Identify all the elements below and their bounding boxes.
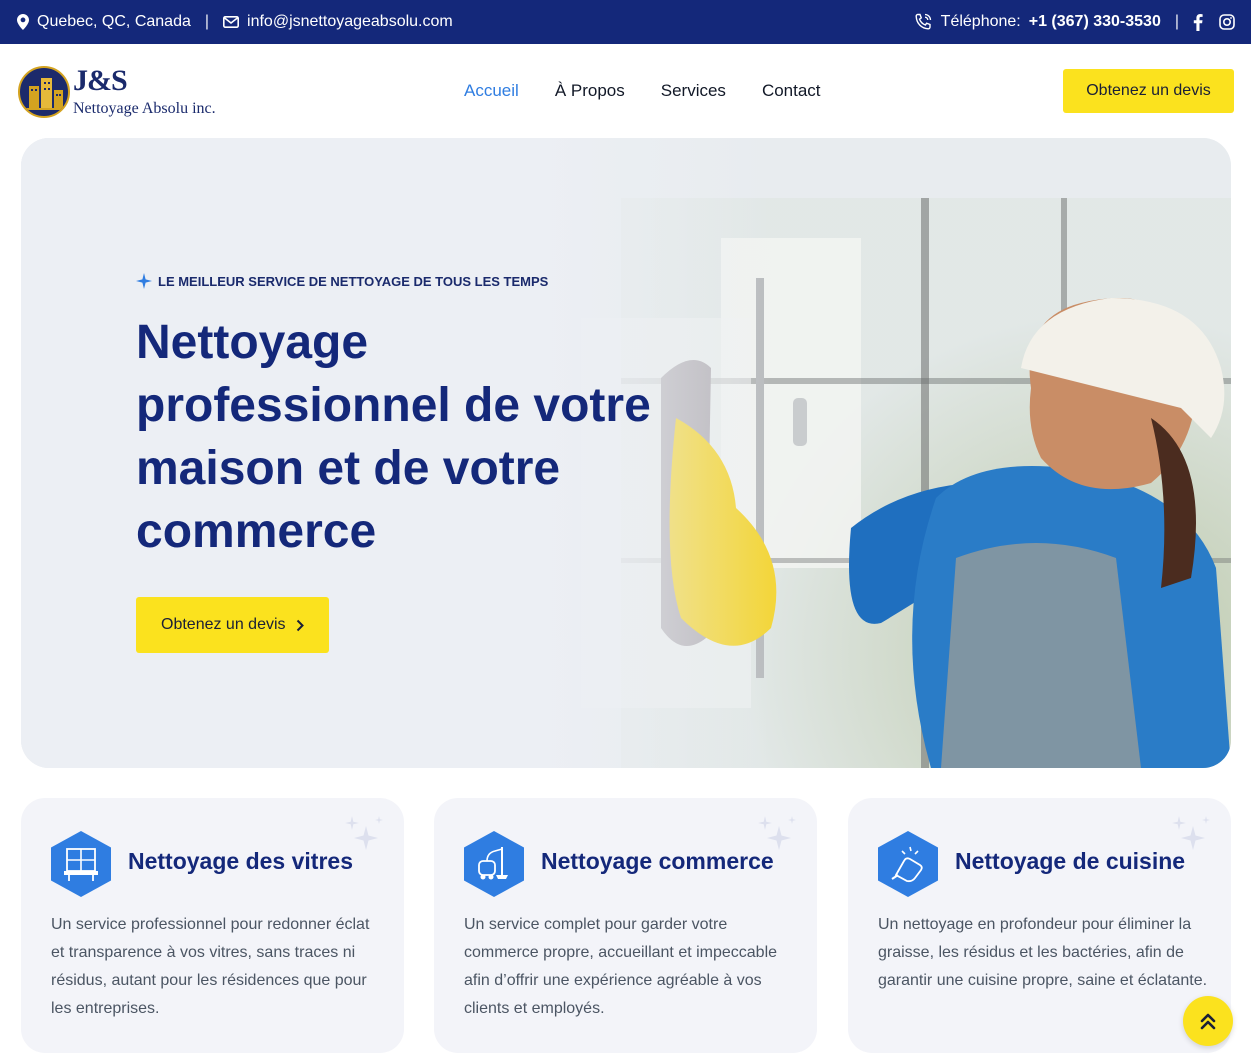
logo-title: J&S [73,64,128,97]
logo-badge [18,66,70,118]
topbar-separator: | [204,13,210,30]
chevron-right-icon [296,619,304,632]
window-cleaning-icon [51,831,111,897]
service-card-vitres[interactable]: Nettoyage des vitres Un service professi… [21,798,404,1053]
card-description: Un service complet pour garder votre com… [464,916,778,1017]
contact-info-right: Téléphone: +1 (367) 330-3530 | [913,0,1235,44]
card-title: Nettoyage de cuisine [955,848,1186,874]
hero-eyebrow: LE MEILLEUR SERVICE DE NETTOYAGE DE TOUS… [136,273,736,289]
contact-info-left: Quebec, QC, Canada | info@jsnettoyageabs… [17,0,453,44]
location-text: Quebec, QC, Canada [37,13,191,30]
double-chevron-up-icon [1200,1012,1216,1030]
card-title: Nettoyage des vitres [128,848,353,874]
service-card-cuisine[interactable]: Nettoyage de cuisine Un nettoyage en pro… [848,798,1231,1053]
main-navigation: Accueil À Propos Services Contact [464,44,821,138]
card-description: Un service professionnel pour redonner é… [51,916,370,1017]
scroll-to-top-button[interactable] [1183,996,1233,1046]
sparkle-icon [136,273,152,289]
envelope-icon [223,16,240,28]
phone-number-link[interactable]: +1 (367) 330-3530 [1029,13,1161,31]
vacuum-cleaner-icon [464,831,524,897]
instagram-icon[interactable] [1219,14,1235,30]
services-cards: Nettoyage des vitres Un service professi… [21,798,1231,1053]
hand-wiping-icon [878,831,938,897]
nav-item-contact[interactable]: Contact [762,81,821,101]
hero-title: Nettoyage professionnel de votre maison … [136,316,651,558]
service-card-commerce[interactable]: Nettoyage commerce Un service complet po… [434,798,817,1053]
site-header: J&S Nettoyage Absolu inc. Accueil À Prop… [0,44,1251,138]
facebook-icon[interactable] [1193,13,1203,31]
hero-eyebrow-text: LE MEILLEUR SERVICE DE NETTOYAGE DE TOUS… [158,273,549,289]
nav-item-services[interactable]: Services [661,81,726,101]
get-quote-button[interactable]: Obtenez un devis [1063,69,1234,113]
phone-label: Téléphone: [940,13,1021,30]
email-link[interactable]: info@jsnettoyageabsolu.com [247,13,453,31]
hero-banner: LE MEILLEUR SERVICE DE NETTOYAGE DE TOUS… [21,138,1231,768]
nav-item-a-propos[interactable]: À Propos [555,81,625,101]
hero-content: LE MEILLEUR SERVICE DE NETTOYAGE DE TOUS… [136,273,736,653]
phone-icon [913,12,933,32]
card-description: Un nettoyage en profondeur pour éliminer… [878,916,1208,989]
logo-subtitle: Nettoyage Absolu inc. [73,100,216,117]
hero-get-quote-button[interactable]: Obtenez un devis [136,597,329,653]
topbar-separator: | [1174,13,1179,30]
hero-button-label: Obtenez un devis [161,616,286,633]
map-pin-icon [17,14,29,30]
card-title: Nettoyage commerce [541,848,774,874]
nav-item-accueil[interactable]: Accueil [464,81,519,101]
company-logo[interactable]: J&S Nettoyage Absolu inc. [18,64,216,120]
top-info-bar: Quebec, QC, Canada | info@jsnettoyageabs… [0,0,1251,44]
